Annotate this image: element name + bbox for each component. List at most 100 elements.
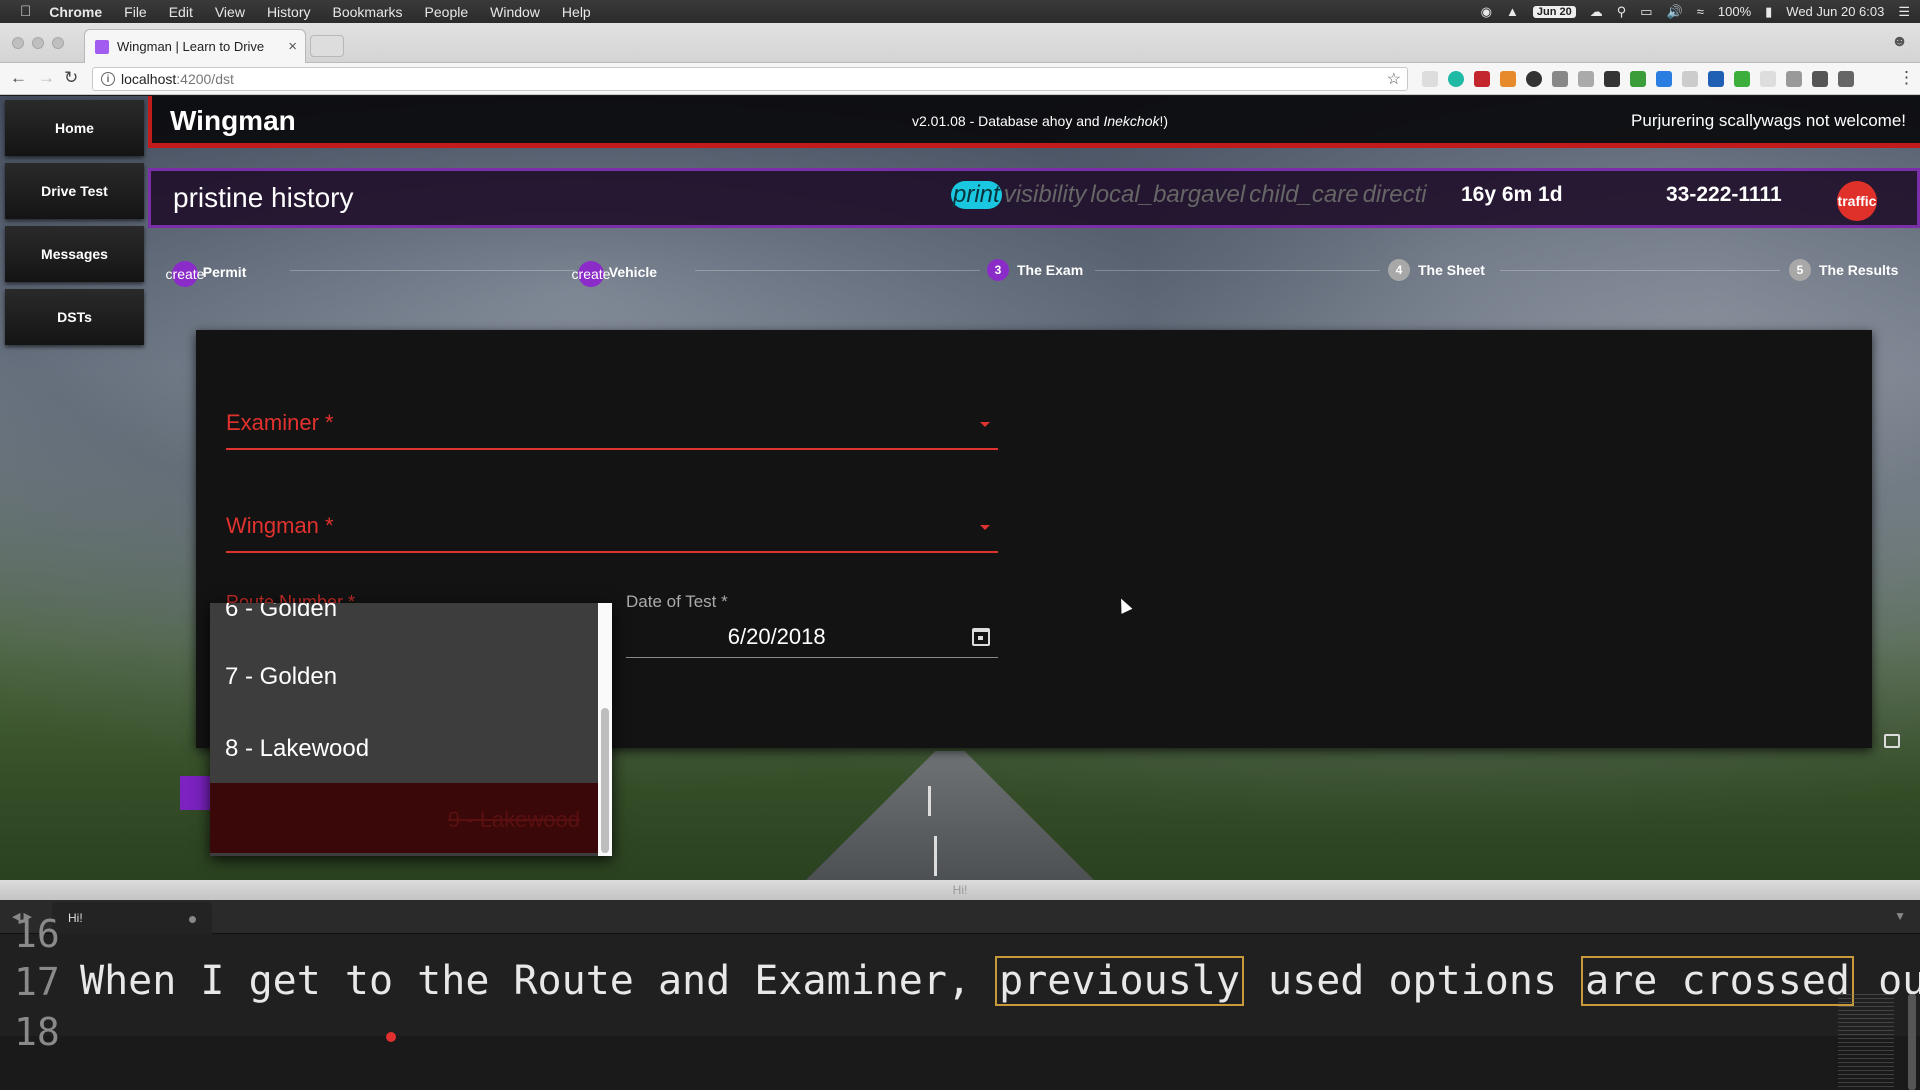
menu-people[interactable]: People [425,4,469,20]
code-line[interactable]: When I get to the Route and Examiner, pr… [80,956,1920,1006]
step-results[interactable]: 5 The Results [1789,259,1898,281]
examiner-label: Examiner * [226,410,334,435]
search-icon[interactable]: ⚲ [1617,4,1627,20]
step-sheet[interactable]: 4 The Sheet [1388,259,1485,281]
close-tab-icon[interactable]: × [288,38,297,55]
extension-icon[interactable] [1786,71,1802,87]
route-option-crossed[interactable]: 9 - Lakewood [210,783,598,853]
browser-toolbar: ← → ↻ i localhost:4200/dst ☆ ⋮ [0,63,1920,95]
minimize-window-button[interactable] [32,37,44,49]
new-tab-button[interactable] [310,35,344,57]
highlight-previously: previously [995,956,1244,1006]
list-icon[interactable]: ☰ [1898,4,1910,20]
route-number-dropdown[interactable]: 6 - Golden 7 - Golden 8 - Lakewood 9 - L… [210,603,612,856]
extension-icon[interactable] [1448,71,1464,87]
editor-tab[interactable]: Hi! [52,902,212,934]
menu-history[interactable]: History [267,4,311,20]
tab-dropdown-icon[interactable]: ▼ [1894,909,1906,923]
extension-icon[interactable] [1760,71,1776,87]
calendar-pill[interactable]: Jun 20 [1532,5,1576,18]
step-number: 4 [1388,259,1410,281]
zoom-window-button[interactable] [52,37,64,49]
extension-icon[interactable] [1708,71,1724,87]
menu-edit[interactable]: Edit [169,4,193,20]
extension-icon[interactable] [1526,71,1542,87]
volume-icon[interactable]: 🔊 [1667,4,1683,20]
extension-icon[interactable] [1474,71,1490,87]
apple-icon[interactable]:  [20,3,31,20]
menu-help[interactable]: Help [562,4,591,20]
sidebar-item-home[interactable]: Home [5,100,144,156]
tagline: Purjurering scallywags not welcome! [1631,111,1906,130]
student-phone: 33-222-1111 [1666,183,1782,206]
route-option[interactable]: 7 - Golden [225,663,337,691]
extension-icon[interactable] [1578,71,1594,87]
profile-icon[interactable]: ☻ [1891,33,1908,51]
step-exam[interactable]: 3 The Exam [987,259,1083,281]
sidebar-item-drive-test[interactable]: Drive Test [5,163,144,219]
extension-icon[interactable] [1812,71,1828,87]
wifi-icon[interactable]: ≈ [1697,4,1704,19]
vlc-icon[interactable]: ▲ [1506,4,1519,19]
extension-icon[interactable] [1552,71,1568,87]
record-icon[interactable]: ◉ [1481,4,1492,20]
browser-menu-icon[interactable]: ⋮ [1898,68,1915,88]
airplay-icon[interactable]: ▭ [1640,4,1652,20]
step-label: The Results [1819,262,1899,278]
battery-icon[interactable]: ▮ [1765,4,1772,20]
chip-visibility[interactable]: visibility [1002,181,1089,209]
step-vehicle[interactable]: create The Vehicle [572,259,657,287]
calendar-icon[interactable] [972,628,990,646]
address-bar[interactable]: i localhost:4200/dst ☆ [92,67,1408,91]
field-underline [226,448,998,450]
app-brand[interactable]: Wingman [170,105,296,137]
menu-view[interactable]: View [215,4,245,20]
editor-title-bar: Hi! [0,880,1920,900]
menu-app-name[interactable]: Chrome [49,4,102,20]
chip-local-bargavel[interactable]: local_bargavel [1088,181,1247,209]
step-number: 5 [1789,259,1811,281]
extension-icon[interactable] [1656,71,1672,87]
step-done-icon: create [572,261,610,287]
expand-icon[interactable] [1884,734,1900,748]
extension-icon[interactable] [1682,71,1698,87]
menu-bookmarks[interactable]: Bookmarks [333,4,403,20]
student-record-header: pristine history print visibility local_… [148,168,1920,228]
wingman-select[interactable]: Wingman * [226,513,998,553]
extension-icon[interactable] [1734,71,1750,87]
reload-icon[interactable]: ↻ [64,68,78,88]
editor-scrollbar[interactable] [1908,994,1916,1090]
back-icon[interactable]: ← [10,68,27,88]
browser-tab[interactable]: Wingman | Learn to Drive × [84,29,306,63]
menu-window[interactable]: Window [490,4,540,20]
step-permit[interactable]: create The Permit [166,259,246,287]
lane-marking [934,836,937,876]
extension-icon[interactable] [1422,71,1438,87]
editor-body[interactable]: 16 17 18 When I get to the Route and Exa… [0,912,1920,1090]
extension-icon[interactable] [1604,71,1620,87]
dropdown-scrollbar-thumb[interactable] [601,708,609,853]
chip-directions[interactable]: directi [1361,181,1429,209]
chip-child-care[interactable]: child_care [1247,181,1360,209]
close-window-button[interactable] [12,37,24,49]
examiner-select[interactable]: Examiner * [226,410,998,450]
clock[interactable]: Wed Jun 20 6:03 [1786,4,1884,19]
dropdown-arrow-icon [980,525,990,530]
bookmark-star-icon[interactable]: ☆ [1387,69,1401,89]
editor-minimap[interactable] [1838,994,1894,1090]
cloud-icon[interactable]: ☁ [1590,4,1603,20]
route-option[interactable]: 8 - Lakewood [225,735,369,763]
extension-icon[interactable] [1630,71,1646,87]
extension-icon[interactable] [1500,71,1516,87]
info-icon[interactable]: i [101,72,115,86]
route-option[interactable]: 6 - Golden [225,603,337,623]
forward-icon[interactable]: → [38,68,55,88]
date-of-test-field[interactable]: Date of Test * 6/20/2018 [626,592,998,658]
sidebar-item-messages[interactable]: Messages [5,226,144,282]
menu-file[interactable]: File [124,4,147,20]
sidebar-item-dsts[interactable]: DSTs [5,289,144,345]
chip-print[interactable]: print [951,181,1002,209]
traffic-badge[interactable]: traffic [1837,181,1877,221]
extension-icon[interactable] [1838,71,1854,87]
battery-text[interactable]: 100% [1718,4,1751,19]
